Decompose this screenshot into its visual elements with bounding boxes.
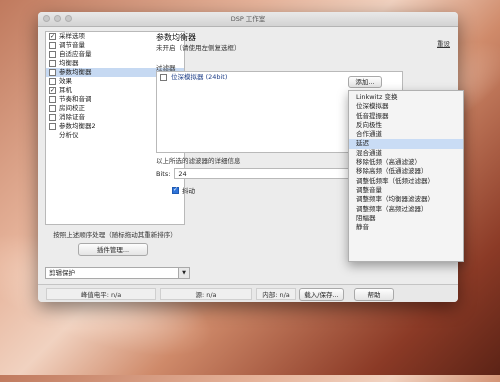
bits-label: Bits: xyxy=(156,169,171,178)
module-checkbox[interactable] xyxy=(49,51,56,58)
module-checkbox[interactable] xyxy=(49,123,56,130)
module-label: 自适应音量 xyxy=(59,50,92,58)
chevron-down-icon: ▼ xyxy=(178,268,189,278)
minimize-window-icon[interactable] xyxy=(54,15,61,22)
bits-field[interactable]: 24 xyxy=(174,168,356,179)
module-label: 均衡器 xyxy=(59,59,79,67)
dither-row: ✓ 抖动 xyxy=(172,185,195,195)
menu-item[interactable]: 延迟 xyxy=(349,139,463,149)
dither-label: 抖动 xyxy=(182,187,195,195)
menu-item[interactable]: 阻幅器 xyxy=(349,214,463,223)
module-label: 参数均衡器 xyxy=(59,68,92,76)
module-label: 消除证音 xyxy=(59,113,85,121)
menu-item[interactable]: Linkwitz 变换 xyxy=(349,93,463,102)
menu-item[interactable]: 混合通道 xyxy=(349,149,463,158)
plugin-manage-button[interactable]: 插件管理... xyxy=(78,243,148,256)
internal-readout: 内部: n/a xyxy=(256,288,296,300)
menu-item[interactable]: 静音 xyxy=(349,223,463,232)
module-label: 参数均衡器2 xyxy=(59,122,96,130)
reset-link[interactable]: 重设 xyxy=(437,38,450,48)
bits-row: Bits: 24 xyxy=(156,168,356,179)
window-title: DSP 工作室 xyxy=(230,15,266,23)
module-label: 节奏和音调 xyxy=(59,95,92,103)
module-checkbox[interactable] xyxy=(49,42,56,49)
status-bar: 峰值电平: n/a 源: n/a 内部: n/a 载入/保存... 帮助 xyxy=(38,284,458,302)
window-controls xyxy=(43,15,72,22)
filter-checkbox[interactable] xyxy=(160,73,167,81)
filter-details-label: 以上所选的滤波器的详细信息 xyxy=(156,157,241,165)
peak-level-readout: 峰值电平: n/a xyxy=(46,288,156,300)
menu-item[interactable]: 调整频率（高频过滤器） xyxy=(349,205,463,214)
close-window-icon[interactable] xyxy=(43,15,50,22)
menu-item[interactable]: 调整频率（均衡器滤波器） xyxy=(349,195,463,204)
dither-checkbox[interactable]: ✓ xyxy=(172,186,179,194)
module-label: 效果 xyxy=(59,77,72,85)
module-checkbox[interactable] xyxy=(49,114,56,121)
help-button[interactable]: 帮助 xyxy=(354,288,394,301)
menu-item[interactable]: 低音提振器 xyxy=(349,112,463,121)
load-save-button[interactable]: 载入/保存... xyxy=(299,288,344,301)
filter-label: 位深模拟器 (24bit) xyxy=(171,73,228,81)
menu-item[interactable]: 调整音量 xyxy=(349,186,463,195)
window-titlebar: DSP 工作室 xyxy=(38,12,458,27)
module-label: 耳机 xyxy=(59,86,72,94)
clip-protection-value: 剪辑保护 xyxy=(49,269,75,277)
module-checkbox[interactable] xyxy=(49,69,56,76)
menu-item[interactable]: 位深模拟器 xyxy=(349,102,463,111)
menu-item[interactable]: 调整低频率（低频过滤器） xyxy=(349,177,463,186)
module-checkbox[interactable] xyxy=(49,96,56,103)
checkbox-placeholder xyxy=(49,132,56,139)
module-label: 分析仪 xyxy=(59,131,79,139)
clip-protection-select[interactable]: 剪辑保护 ▼ xyxy=(45,267,190,279)
zoom-window-icon[interactable] xyxy=(65,15,72,22)
module-checkbox[interactable]: ✓ xyxy=(49,87,56,94)
menu-item[interactable]: 移除低频（高通滤波） xyxy=(349,158,463,167)
module-checkbox[interactable]: ✓ xyxy=(49,33,56,40)
add-filter-menu: Linkwitz 变换 位深模拟器 低音提振器 反向极性 合作通道 延迟 混合通道 移除低频（… xyxy=(348,90,464,262)
module-label: 调节音量 xyxy=(59,41,85,49)
source-readout: 源: n/a xyxy=(160,288,252,300)
menu-item[interactable]: 反向极性 xyxy=(349,121,463,130)
module-checkbox[interactable] xyxy=(49,78,56,85)
module-label: 房间校正 xyxy=(59,104,85,112)
module-checkbox[interactable] xyxy=(49,105,56,112)
add-filter-button[interactable]: 添加... xyxy=(348,76,382,88)
module-label: 采样选项 xyxy=(59,32,85,40)
menu-item[interactable]: 移除高频（低通滤波器） xyxy=(349,167,463,176)
module-checkbox[interactable] xyxy=(49,60,56,67)
order-note: 按照上述顺序处理（随标拖动其重新排序） xyxy=(53,231,177,239)
page-subtitle: 未开启（请使用左侧复选框） xyxy=(156,44,241,52)
